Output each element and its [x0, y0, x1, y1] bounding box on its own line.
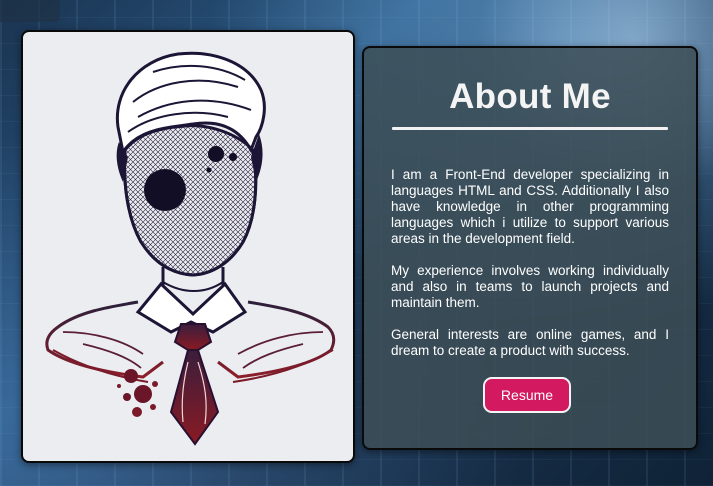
about-paragraph-1: I am a Front-End developer specializing …	[391, 167, 669, 246]
about-paragraph-3: General interests are online games, and …	[391, 327, 669, 358]
tie	[173, 323, 213, 351]
about-paragraph-2: My experience involves working individua…	[391, 263, 669, 310]
about-description: I am a Front-End developer specializing …	[391, 167, 669, 375]
about-title: About Me	[449, 77, 611, 116]
title-divider	[392, 127, 668, 130]
faceless-man-illustration	[45, 51, 336, 446]
profile-illustration-card	[21, 30, 355, 463]
about-me-panel: About Me I am a Front-End developer spec…	[362, 46, 698, 450]
resume-button[interactable]: Resume	[483, 377, 571, 413]
background-corner	[0, 0, 60, 22]
